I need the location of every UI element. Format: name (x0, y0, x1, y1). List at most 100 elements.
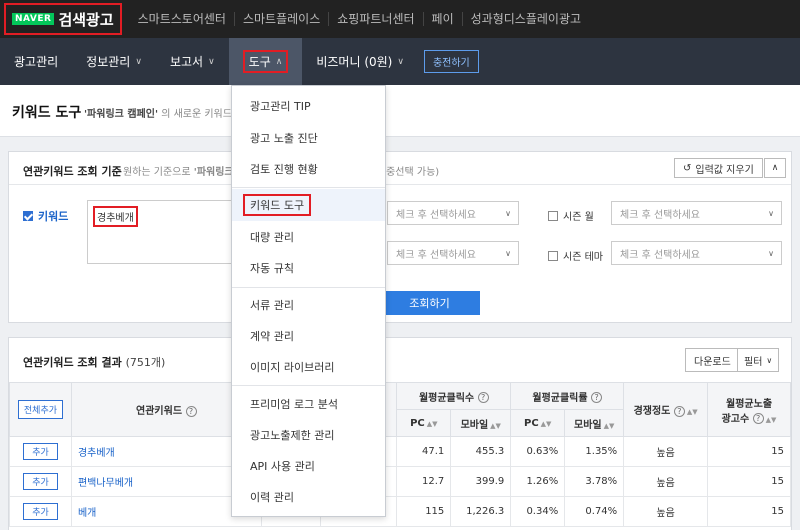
menu-divider (232, 287, 385, 288)
add-keyword-button[interactable]: 추가 (23, 443, 58, 460)
mobile-clicks-cell: 1,226.3 (450, 496, 512, 527)
menu-item-label: 대량 관리 (250, 231, 294, 244)
menu-item-document-manage[interactable]: 서류 관리 (232, 289, 385, 321)
header-avg-clicks-label: 월평균클릭수 (418, 392, 475, 404)
keyword-link[interactable]: 베개 (78, 508, 96, 519)
nav-tools[interactable]: 도구 ∧ (228, 38, 303, 85)
sort-icon[interactable]: ▲▼ (687, 408, 698, 416)
help-icon[interactable]: ? (752, 413, 764, 424)
menu-item-ad-tip[interactable]: 광고관리 TIP (232, 90, 385, 122)
menu-item-label: 검토 진행 현황 (250, 163, 318, 176)
top-link-smartplace[interactable]: 스마트플레이스 (233, 12, 328, 26)
top-link-display-ad[interactable]: 성과형디스플레이광고 (461, 12, 589, 26)
mobile-ctr-cell: 0.74% (564, 496, 625, 527)
season-theme-check[interactable]: 시즌 테마 (548, 248, 603, 263)
competition-cell: 높음 (623, 466, 709, 497)
search-panel-title: 연관키워드 조회 기준 (23, 165, 122, 178)
header-competition[interactable]: 경쟁정도 ? ▲▼ (623, 382, 709, 437)
keyword-value: 경추베개 (93, 206, 138, 227)
sort-icon[interactable]: ▲▼ (541, 420, 552, 428)
business-select[interactable]: 체크 후 선택하세요 ∨ (387, 241, 519, 265)
filter-button[interactable]: 필터 ∨ (737, 348, 780, 372)
header-ctr-pc[interactable]: PC ▲▼ (510, 409, 566, 437)
menu-item-auto-rules[interactable]: 자동 규칙 (232, 252, 385, 284)
nav-bizmoney[interactable]: 비즈머니 (0원) ∨ (302, 38, 418, 85)
menu-item-keyword-tool[interactable]: 키워드 도구 (232, 189, 385, 221)
chevron-down-icon: ∨ (768, 249, 774, 258)
keyword-checkbox-label: 키워드 (38, 210, 69, 223)
menu-item-bulk-manage[interactable]: 대량 관리 (232, 221, 385, 253)
nav-tools-highlight: 도구 ∧ (242, 50, 289, 73)
menu-item-premium-log[interactable]: 프리미엄 로그 분석 (232, 388, 385, 420)
season-theme-label: 시즌 테마 (563, 252, 603, 263)
header-ctr-mobile[interactable]: 모바일 ▲▼ (564, 409, 625, 437)
chevron-down-icon: ∨ (208, 56, 215, 67)
season-month-select[interactable]: 체크 후 선택하세요 ∨ (611, 201, 782, 225)
download-button[interactable]: 다운로드 (685, 348, 740, 372)
ads-cell: 15 (707, 436, 791, 467)
menu-item-exposure-limit[interactable]: 광고노출제한 관리 (232, 419, 385, 451)
website-select[interactable]: 체크 후 선택하세요 ∨ (387, 201, 519, 225)
menu-item-contract-manage[interactable]: 계약 관리 (232, 320, 385, 352)
keyword-checkbox[interactable] (23, 211, 33, 221)
add-keyword-button[interactable]: 추가 (23, 503, 58, 520)
header-competition-label: 경쟁정도 (633, 406, 671, 417)
page-title: 키워드 도구 (12, 105, 82, 121)
season-theme-checkbox[interactable] (548, 250, 558, 261)
help-icon[interactable]: ? (673, 405, 685, 417)
header-clicks-pc[interactable]: PC ▲▼ (396, 409, 452, 437)
help-icon[interactable]: ? (185, 405, 197, 417)
naver-ad-logo[interactable]: NAVER 검색광고 (4, 3, 122, 35)
top-link-pay[interactable]: 페이 (422, 12, 462, 26)
keyword-textarea[interactable]: 경추베개 (87, 200, 247, 264)
charge-button[interactable]: 충전하기 (423, 50, 479, 73)
header-clicks-mobile[interactable]: 모바일 ▲▼ (450, 409, 512, 437)
menu-item-exposure-diagnosis[interactable]: 광고 노출 진단 (232, 122, 385, 154)
chevron-down-icon: ∨ (505, 249, 511, 258)
top-link-smartstore[interactable]: 스마트스토어센터 (130, 12, 234, 26)
results-title: 연관키워드 조회 결과 (751개) (23, 354, 165, 370)
chevron-down-icon: ∨ (505, 209, 511, 218)
sort-icon[interactable]: ▲▼ (490, 422, 501, 430)
menu-item-image-library[interactable]: 이미지 라이브러리 (232, 351, 385, 383)
help-icon[interactable]: ? (477, 392, 489, 403)
pc-clicks-cell: 47.1 (396, 436, 452, 467)
page-subtitle: '파워링크 캠페인' 의 새로운 키워드 (84, 105, 232, 120)
season-month-check[interactable]: 시즌 월 (548, 208, 594, 223)
chevron-down-icon: ∨ (768, 209, 774, 218)
nav-ad-manage-label: 광고관리 (14, 55, 59, 69)
menu-item-history-manage[interactable]: 이력 관리 (232, 481, 385, 513)
top-link-shopping-partner[interactable]: 쇼핑파트너센터 (328, 12, 422, 26)
menu-divider (232, 385, 385, 386)
menu-item-label: 계약 관리 (250, 330, 294, 343)
menu-item-api-manage[interactable]: API 사용 관리 (232, 450, 385, 482)
nav-ad-manage[interactable]: 광고관리 (0, 38, 72, 85)
pc-ctr-cell: 0.63% (510, 436, 566, 467)
header-avg-ads[interactable]: 월평균노출 광고수 ? ▲▼ (707, 382, 791, 437)
collapse-button[interactable]: ∧ (764, 158, 786, 178)
business-select-placeholder: 체크 후 선택하세요 (396, 249, 476, 261)
help-icon[interactable]: ? (591, 392, 603, 403)
sort-icon[interactable]: ▲▼ (604, 422, 615, 430)
nav-report[interactable]: 보고서 ∨ (156, 38, 229, 85)
header-avg-clicks: 월평균클릭수 ? (396, 382, 512, 410)
reset-input-button[interactable]: ↺ 입력값 지우기 (674, 158, 763, 178)
sort-icon[interactable]: ▲▼ (766, 416, 777, 424)
season-month-checkbox[interactable] (548, 210, 558, 221)
add-all-button[interactable]: 전체추가 (17, 400, 64, 419)
nav-info-manage[interactable]: 정보관리 ∨ (72, 38, 156, 85)
season-theme-select[interactable]: 체크 후 선택하세요 ∨ (611, 241, 782, 265)
menu-item-label: 프리미엄 로그 분석 (250, 398, 338, 411)
header-ctr-pc-label: PC (524, 417, 539, 429)
keyword-link[interactable]: 편백나무베개 (78, 478, 133, 489)
keyword-checkbox-row[interactable]: 키워드 (23, 208, 68, 224)
header-add-all: 전체추가 (9, 382, 72, 437)
search-button[interactable]: 조회하기 (379, 291, 480, 315)
pc-ctr-cell: 0.34% (510, 496, 566, 527)
keyword-link[interactable]: 경추베개 (78, 448, 115, 459)
page-subtitle-bold: '파워링크 캠페인' (84, 109, 159, 120)
sort-icon[interactable]: ▲▼ (427, 420, 438, 428)
table-row: 추가 경추베개 47.1 455.3 0.63% 1.35% 높음 15 (9, 436, 791, 467)
menu-item-review-status[interactable]: 검토 진행 현황 (232, 153, 385, 185)
add-keyword-button[interactable]: 추가 (23, 473, 58, 490)
